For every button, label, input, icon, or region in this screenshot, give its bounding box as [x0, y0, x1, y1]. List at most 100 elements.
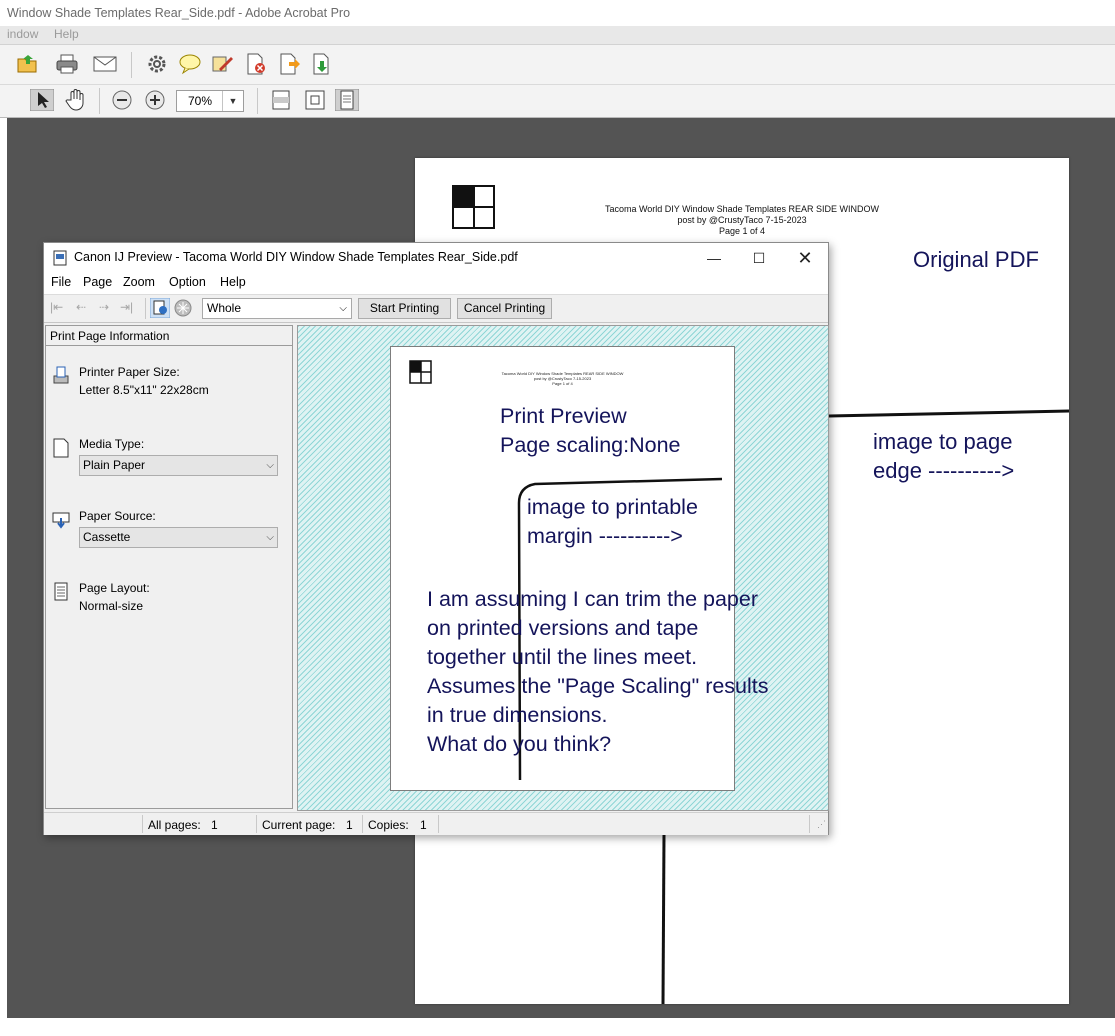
paper-source-select[interactable]: Cassette ⌵ — [79, 527, 278, 548]
zoom-level-value[interactable]: 70% — [177, 91, 223, 111]
current-page-value: 1 — [346, 818, 353, 832]
fit-page-icon[interactable] — [303, 89, 327, 111]
annotation-page-edge-line1: image to page — [873, 429, 1013, 454]
current-page-label: Current page: — [262, 818, 336, 832]
settings-gear-icon[interactable] — [145, 53, 169, 75]
annotation-page-edge-line2: edge ----------> — [873, 458, 1015, 483]
annotation-question-line5: in true dimensions. — [427, 703, 608, 727]
start-printing-button[interactable]: Start Printing — [358, 298, 451, 319]
annotation-print-preview-line2: Page scaling:None — [500, 433, 681, 457]
annotation-page-edge: image to page edge ----------> — [873, 427, 1014, 485]
last-page-icon[interactable]: ⇥| — [120, 300, 133, 314]
paper-source-value: Cassette — [83, 530, 131, 544]
canon-menu-zoom[interactable]: Zoom — [123, 275, 155, 289]
canon-toolbar: |⇤ ⇠ ⇢ ⇥| Whole ⌵ Start Printing Cancel … — [44, 294, 828, 323]
export-page-icon[interactable] — [277, 53, 301, 75]
cancel-printing-button[interactable]: Cancel Printing — [457, 298, 552, 319]
view-mode-value: Whole — [207, 301, 242, 315]
insert-page-icon[interactable] — [310, 53, 334, 75]
all-pages-value: 1 — [211, 818, 218, 832]
open-folder-icon[interactable] — [16, 53, 40, 75]
toolbar-separator — [131, 52, 132, 78]
paper-source-icon — [52, 512, 70, 529]
sign-icon[interactable] — [211, 53, 235, 75]
canon-status-bar: All pages: 1 Current page: 1 Copies: 1 ⋰ — [44, 812, 828, 835]
preview-header: Tacoma World DIY Window Shade Templates … — [421, 371, 704, 386]
paper-size-icon — [53, 366, 69, 384]
canon-menu-option[interactable]: Option — [169, 275, 206, 289]
maximize-icon[interactable]: ☐ — [736, 243, 782, 273]
zoom-level-combobox[interactable]: 70% ▼ — [176, 90, 244, 112]
status-separator — [256, 815, 257, 833]
page-layout-icon — [54, 582, 68, 601]
chevron-down-icon[interactable]: ⌵ — [266, 456, 274, 475]
status-separator — [809, 815, 810, 833]
canon-menu-page[interactable]: Page — [83, 275, 112, 289]
canon-title-bar[interactable]: Canon IJ Preview - Tacoma World DIY Wind… — [44, 243, 828, 273]
minimize-icon[interactable]: — — [691, 243, 737, 273]
acrobat-window-title: Window Shade Templates Rear_Side.pdf - A… — [0, 0, 1115, 26]
view-mode-select[interactable]: Whole ⌵ — [202, 298, 352, 319]
canon-window-title: Canon IJ Preview - Tacoma World DIY Wind… — [74, 250, 518, 264]
annotation-question-line2: on printed versions and tape — [427, 616, 699, 640]
annotation-original-pdf: Original PDF — [913, 247, 1039, 272]
acrobat-menubar: indow Help — [0, 26, 1115, 45]
preview-header-page: Page 1 of 4 — [552, 381, 573, 386]
status-separator — [438, 815, 439, 833]
chevron-down-icon[interactable]: ▼ — [222, 91, 243, 111]
first-page-icon[interactable]: |⇤ — [50, 300, 63, 314]
annotation-printable-margin: image to printable margin ----------> — [527, 493, 698, 551]
delete-page-icon[interactable] — [244, 53, 268, 75]
chevron-down-icon[interactable]: ⌵ — [339, 299, 347, 318]
copies-label: Copies: — [368, 818, 409, 832]
copies-value: 1 — [420, 818, 427, 832]
annotation-question-line6: What do you think? — [427, 732, 612, 756]
menu-window[interactable]: indow — [7, 27, 38, 41]
print-info-icon[interactable] — [150, 298, 170, 318]
annotation-print-preview-line1: Print Preview — [500, 404, 627, 428]
next-page-icon[interactable]: ⇢ — [99, 300, 109, 314]
printer-app-icon — [53, 250, 67, 266]
chevron-down-icon[interactable]: ⌵ — [266, 528, 274, 547]
annotation-question-line1: I am assuming I can trim the paper — [427, 587, 759, 611]
canon-menubar: File Page Zoom Option Help — [44, 273, 828, 294]
acrobat-toolbar-main — [0, 45, 1115, 85]
menu-help[interactable]: Help — [54, 27, 79, 41]
all-pages-label: All pages: — [148, 818, 201, 832]
media-type-value: Plain Paper — [83, 458, 146, 472]
canon-menu-help[interactable]: Help — [220, 275, 246, 289]
media-type-select[interactable]: Plain Paper ⌵ — [79, 455, 278, 476]
zoom-out-icon[interactable] — [110, 89, 134, 111]
email-icon[interactable] — [93, 53, 117, 75]
annotation-print-preview: Print Preview Page scaling:None — [500, 402, 680, 460]
toolbar-separator — [145, 298, 146, 319]
paper-size-value: Letter 8.5"x11" 22x28cm — [79, 383, 209, 397]
select-tool-icon[interactable] — [30, 89, 54, 111]
fit-width-icon[interactable] — [269, 89, 293, 111]
paper-source-label: Paper Source: — [79, 509, 156, 523]
annotation-printable-margin-line1: image to printable — [527, 495, 698, 519]
hand-tool-icon[interactable] — [64, 89, 88, 111]
page-layout-label: Page Layout: — [79, 581, 150, 595]
close-icon[interactable]: ✕ — [782, 243, 828, 273]
annotation-question-line4: Assumes the "Page Scaling" results — [427, 674, 769, 698]
media-type-label: Media Type: — [79, 437, 145, 451]
page-layout-value: Normal-size — [79, 599, 144, 613]
panel-header: Print Page Information — [46, 326, 292, 346]
canon-menu-file[interactable]: File — [51, 275, 71, 289]
resize-grip-icon[interactable]: ⋰ — [817, 819, 826, 830]
previous-page-icon[interactable]: ⇠ — [76, 300, 86, 314]
acrobat-toolbar-view: 70% ▼ — [0, 85, 1115, 118]
print-icon[interactable] — [55, 53, 79, 75]
comment-icon[interactable] — [178, 53, 202, 75]
annotation-printable-margin-line2: margin ----------> — [527, 524, 683, 548]
single-page-icon[interactable] — [335, 89, 359, 111]
paper-size-label: Printer Paper Size: — [79, 365, 180, 379]
zoom-in-icon[interactable] — [143, 89, 167, 111]
status-separator — [362, 815, 363, 833]
toolbar-separator — [257, 88, 258, 114]
toolbar-separator — [99, 88, 100, 114]
annotation-question: I am assuming I can trim the paper on pr… — [427, 585, 769, 759]
color-adjust-icon[interactable] — [173, 298, 193, 318]
status-separator — [142, 815, 143, 833]
